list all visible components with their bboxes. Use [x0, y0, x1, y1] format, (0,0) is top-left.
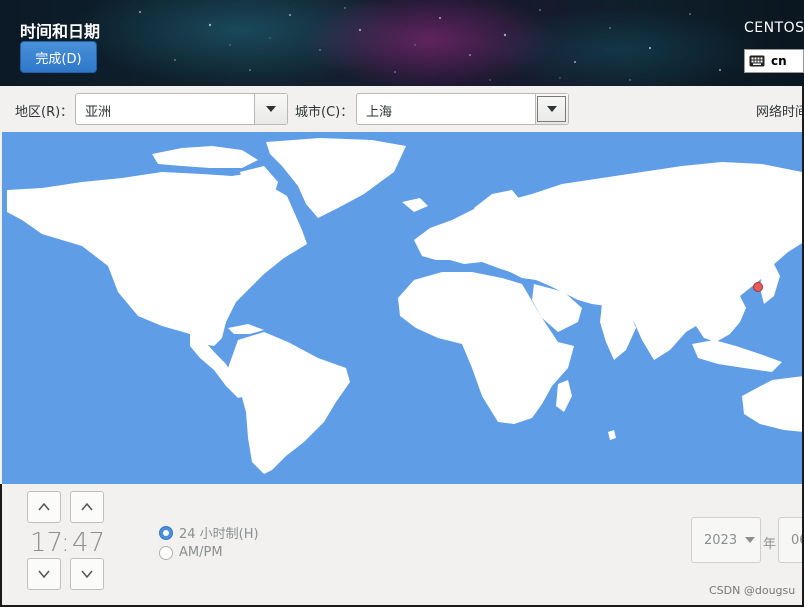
header-bar: 时间和日期 完成(D) CENTOS cn [0, 0, 804, 86]
island-cuba [228, 324, 264, 334]
network-time-label: 网络时间 [756, 105, 804, 120]
year-value: 2023 [704, 532, 738, 548]
year-suffix: 年 [763, 537, 777, 552]
keyboard-layout-indicator[interactable]: cn [744, 49, 804, 73]
format-24h-option[interactable]: 24 小时制(H) [159, 523, 259, 542]
region-label: 地区(R)： [15, 105, 74, 120]
time-separator: : [61, 528, 70, 558]
chevron-down-icon [547, 106, 557, 112]
page-title: 时间和日期 [20, 22, 101, 41]
radio-ampm[interactable] [159, 545, 173, 560]
radio-24h[interactable] [159, 525, 173, 540]
chevron-down-icon [745, 537, 756, 543]
chevron-down-icon [38, 570, 50, 578]
chevron-down-icon [266, 106, 276, 112]
watermark: CSDN @dougsu [709, 584, 796, 597]
format-ampm-option[interactable]: AM/PM [159, 545, 223, 560]
region-dropdown-button[interactable] [254, 94, 287, 124]
window-edge-left [0, 484, 2, 607]
time-date-panel: 17 : 47 24 小时制(H) AM/PM 2023 年 06 CSDN @… [0, 484, 804, 607]
format-ampm-label: AM/PM [179, 545, 223, 560]
product-name: CENTOS [744, 20, 804, 36]
format-24h-label: 24 小时制(H) [179, 527, 259, 542]
chevron-up-icon [81, 503, 93, 511]
minute-decrement-button[interactable] [70, 558, 104, 590]
location-toolbar: 地区(R)： 亚洲 城市(C)： 上海 网络时间 [0, 86, 804, 132]
keyboard-icon [749, 52, 765, 71]
hour-decrement-button[interactable] [27, 558, 61, 590]
island-madagascar [556, 380, 572, 412]
world-map[interactable] [2, 132, 804, 484]
hour-increment-button[interactable] [27, 491, 61, 523]
continent-australia [742, 376, 804, 432]
city-value: 上海 [366, 105, 393, 120]
island-canada-north [152, 146, 258, 168]
chevron-up-icon [38, 503, 50, 511]
city-label: 城市(C)： [295, 105, 354, 120]
region-combobox[interactable]: 亚洲 [75, 93, 288, 125]
hour-value: 17 [30, 528, 64, 558]
island-small-south [608, 430, 616, 440]
starfield-background [139, 7, 721, 81]
month-selector[interactable]: 06 [778, 517, 804, 563]
city-combobox[interactable]: 上海 [356, 93, 569, 125]
chevron-down-icon [81, 570, 93, 578]
region-value: 亚洲 [85, 105, 112, 120]
islands-southeast-asia [692, 340, 782, 372]
timezone-map[interactable] [2, 132, 804, 484]
keyboard-layout-code: cn [771, 54, 787, 68]
continent-south-america [228, 332, 350, 474]
island-iceland [402, 198, 428, 212]
minute-increment-button[interactable] [70, 491, 104, 523]
year-selector[interactable]: 2023 [691, 517, 761, 563]
selected-city-marker[interactable] [753, 282, 763, 292]
minute-value: 47 [72, 528, 106, 558]
city-dropdown-button[interactable] [535, 94, 568, 124]
done-button[interactable]: 完成(D) [20, 41, 97, 73]
